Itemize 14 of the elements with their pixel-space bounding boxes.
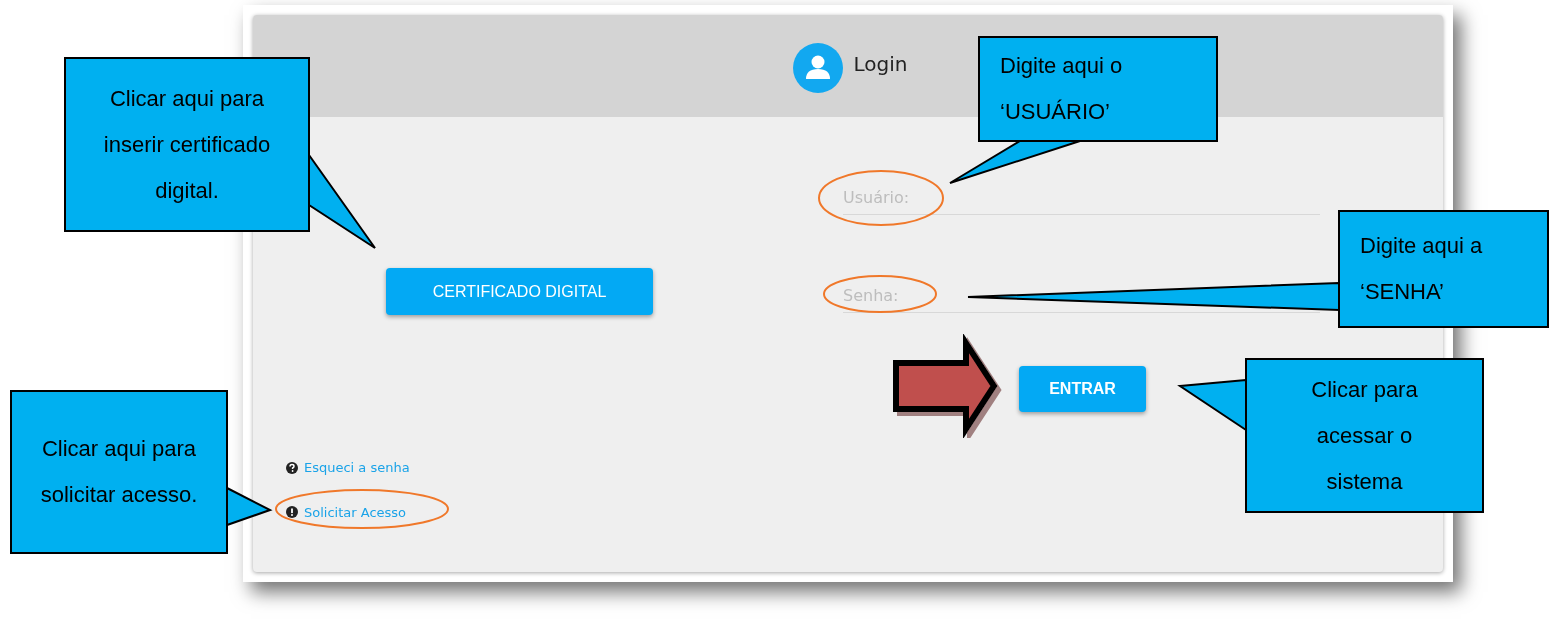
alert-icon <box>286 506 298 519</box>
login-title: Login <box>853 51 908 78</box>
callout-text: Digite aqui a ‘SENHA’ <box>1360 232 1484 306</box>
callout-text: Digite aqui o ‘USUÁRIO’ <box>1000 52 1124 126</box>
user-avatar-icon <box>792 43 843 93</box>
callout-text: Clicar para acessar o sistema <box>1310 375 1419 496</box>
callout-text: Clicar aqui para solicitar acesso. <box>39 435 199 509</box>
enter-button[interactable]: ENTRAR <box>1019 366 1146 412</box>
text-link[interactable]: Esqueci a senha <box>304 458 410 478</box>
arrow-icon <box>893 332 998 440</box>
certificate-button[interactable]: CERTIFICADO DIGITAL <box>386 268 653 315</box>
text-link[interactable]: Solicitar Acesso <box>304 502 407 522</box>
callout-text: Clicar aqui para inserir certificado digital. <box>102 84 272 205</box>
help-icon <box>286 461 298 474</box>
